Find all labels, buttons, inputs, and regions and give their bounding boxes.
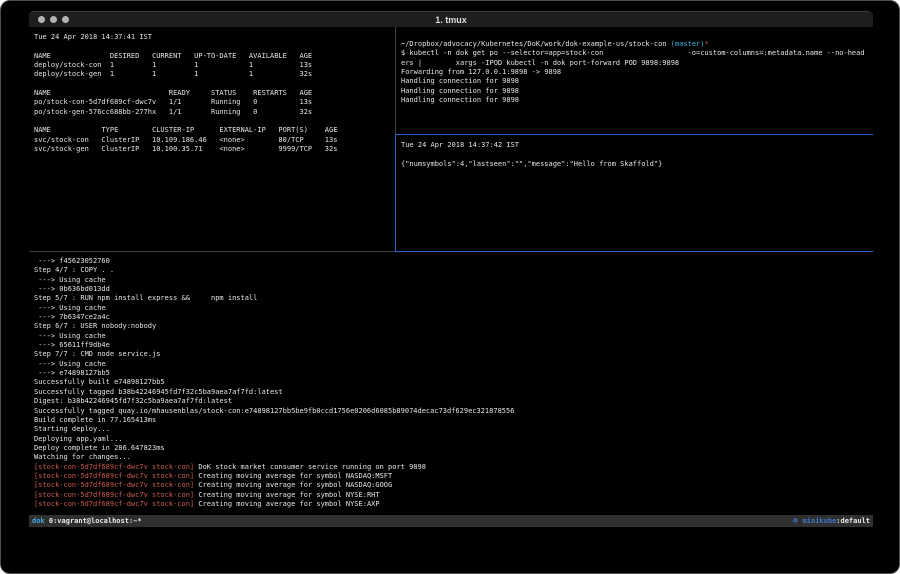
pane-border-vertical-active bbox=[395, 134, 396, 252]
terminal-line: deploy/stock-gen 1 1 1 1 32s bbox=[34, 70, 395, 79]
terminal-line: ~/Dropbox/advocacy/Kubernetes/DoK/work/d… bbox=[401, 40, 873, 49]
terminal-line: Tue 24 Apr 2018 14:37:42 IST bbox=[401, 141, 873, 150]
terminal-line: Handling connection for 9898 bbox=[401, 96, 873, 105]
terminal-line: po/stock-gen-576cc688bb-277hx 1/1 Runnin… bbox=[34, 108, 395, 117]
terminal-line: Successfully tagged b38b42246945fd7f32c5… bbox=[34, 388, 873, 397]
pane-border-horizontal-active-bottom bbox=[395, 251, 873, 252]
terminal-line: ---> Using cache bbox=[34, 360, 873, 369]
terminal-line: svc/stock-gen ClusterIP 10.100.35.71 <no… bbox=[34, 145, 395, 154]
terminal-line: Digest: b38b42246945fd7f32c5ba9aea7af7fd… bbox=[34, 397, 873, 406]
pane-skaffold-log[interactable]: ---> f45623052760Step 4/7 : COPY . . ---… bbox=[29, 252, 873, 515]
terminal-line: Successfully tagged quay.io/mhausenblas/… bbox=[34, 407, 873, 416]
terminal-line: NAME DESIRED CURRENT UP-TO-DATE AVAILABL… bbox=[34, 52, 395, 61]
window-titlebar[interactable]: 1. tmux bbox=[29, 11, 873, 27]
pane-border-horizontal-active-top bbox=[395, 134, 873, 135]
terminal-line: Watching for changes... bbox=[34, 453, 873, 462]
terminal-line: Deploying app.yaml... bbox=[34, 435, 873, 444]
terminal-line: ---> 7b6347ce2a4c bbox=[34, 313, 873, 322]
window-close-button[interactable] bbox=[38, 16, 45, 23]
window-minimize-button[interactable] bbox=[50, 16, 57, 23]
tmux-status-right: ☸ minikube:default bbox=[792, 515, 870, 527]
terminal-line: [stock-con-5d7df689cf-dwc7v stock-con] D… bbox=[34, 463, 873, 472]
terminal-window: 1. tmux Tue 24 Apr 2018 14:37:41 IST NAME… bbox=[29, 11, 873, 528]
terminal-line: NAME READY STATUS RESTARTS AGE bbox=[34, 89, 395, 98]
kube-context-name: :default bbox=[836, 517, 870, 525]
tmux-status-bar: dok 0:vagrant@localhost:~* ☸ minikube:def… bbox=[29, 515, 873, 527]
terminal-line bbox=[34, 80, 395, 89]
terminal-line: ---> Using cache bbox=[34, 276, 873, 285]
terminal-line: [stock-con-5d7df689cf-dwc7v stock-con] C… bbox=[34, 500, 873, 509]
terminal-line: svc/stock-con ClusterIP 10.109.186.46 <n… bbox=[34, 136, 395, 145]
terminal-line: Handling connection for 9898 bbox=[401, 87, 873, 96]
screenshot-frame: 1. tmux Tue 24 Apr 2018 14:37:41 IST NAME… bbox=[0, 0, 900, 574]
terminal-line: Step 6/7 : USER nobody:nobody bbox=[34, 322, 873, 331]
terminal-line: Step 7/7 : CMD node service.js bbox=[34, 350, 873, 359]
terminal-line bbox=[34, 42, 395, 51]
terminal-line: po/stock-con-5d7df689cf-dwc7v 1/1 Runnin… bbox=[34, 98, 395, 107]
terminal-line: $ kubectl -n dok get po --selector=app=s… bbox=[401, 49, 873, 58]
tmux-window-label[interactable]: 0:vagrant@localhost:~* bbox=[49, 517, 142, 525]
terminal-line bbox=[34, 117, 395, 126]
pane-border-vertical-upper bbox=[395, 27, 396, 134]
terminal-line: Tue 24 Apr 2018 14:37:41 IST bbox=[34, 33, 395, 42]
pane-service-output[interactable]: Tue 24 Apr 2018 14:37:42 IST {"numsymbols… bbox=[396, 135, 873, 251]
terminal-line: Starting deploy... bbox=[34, 425, 873, 434]
terminal-line: [stock-con-5d7df689cf-dwc7v stock-con] C… bbox=[34, 481, 873, 490]
terminal-line: ---> 65611ff9db4e bbox=[34, 341, 873, 350]
terminal-line: Forwarding from 127.0.0.1:9898 -> 9898 bbox=[401, 68, 873, 77]
terminal-line: deploy/stock-con 1 1 1 1 13s bbox=[34, 61, 395, 70]
terminal-line: Step 5/7 : RUN npm install express && np… bbox=[34, 294, 873, 303]
terminal-line: NAME TYPE CLUSTER-IP EXTERNAL-IP PORT(S)… bbox=[34, 126, 395, 135]
terminal-line: ---> Using cache bbox=[34, 332, 873, 341]
terminal-body: Tue 24 Apr 2018 14:37:41 IST NAME DESIRED… bbox=[29, 27, 873, 515]
terminal-line bbox=[401, 150, 873, 159]
terminal-line: {"numsymbols":4,"lastseen":"","message":… bbox=[401, 160, 873, 169]
terminal-line: Successfully built e74898127bb5 bbox=[34, 378, 873, 387]
pane-border-horizontal-left bbox=[29, 251, 395, 252]
terminal-line: [stock-con-5d7df689cf-dwc7v stock-con] C… bbox=[34, 491, 873, 500]
window-zoom-button[interactable] bbox=[62, 16, 69, 23]
terminal-line: ---> e74898127bb5 bbox=[34, 369, 873, 378]
terminal-line: Step 4/7 : COPY . . bbox=[34, 266, 873, 275]
pane-kubectl-watch[interactable]: Tue 24 Apr 2018 14:37:41 IST NAME DESIRED… bbox=[29, 27, 395, 251]
traffic-lights bbox=[38, 16, 69, 23]
kube-cluster-name: minikube bbox=[803, 517, 837, 525]
terminal-line: Deploy complete in 286.647823ms bbox=[34, 444, 873, 453]
terminal-line: [stock-con-5d7df689cf-dwc7v stock-con] C… bbox=[34, 472, 873, 481]
pane-port-forward[interactable]: ~/Dropbox/advocacy/Kubernetes/DoK/work/d… bbox=[396, 27, 873, 134]
terminal-line: ---> 0b636bd013dd bbox=[34, 285, 873, 294]
terminal-line: ---> Using cache bbox=[34, 304, 873, 313]
terminal-line: ers | xargs -IPOD kubectl -n dok port-fo… bbox=[401, 59, 873, 68]
terminal-line: ---> f45623052760 bbox=[34, 257, 873, 266]
terminal-line: Build complete in 77.165413ms bbox=[34, 416, 873, 425]
window-title: 1. tmux bbox=[29, 12, 873, 28]
tmux-session-name[interactable]: dok bbox=[32, 517, 45, 525]
terminal-line: Handling connection for 9898 bbox=[401, 77, 873, 86]
